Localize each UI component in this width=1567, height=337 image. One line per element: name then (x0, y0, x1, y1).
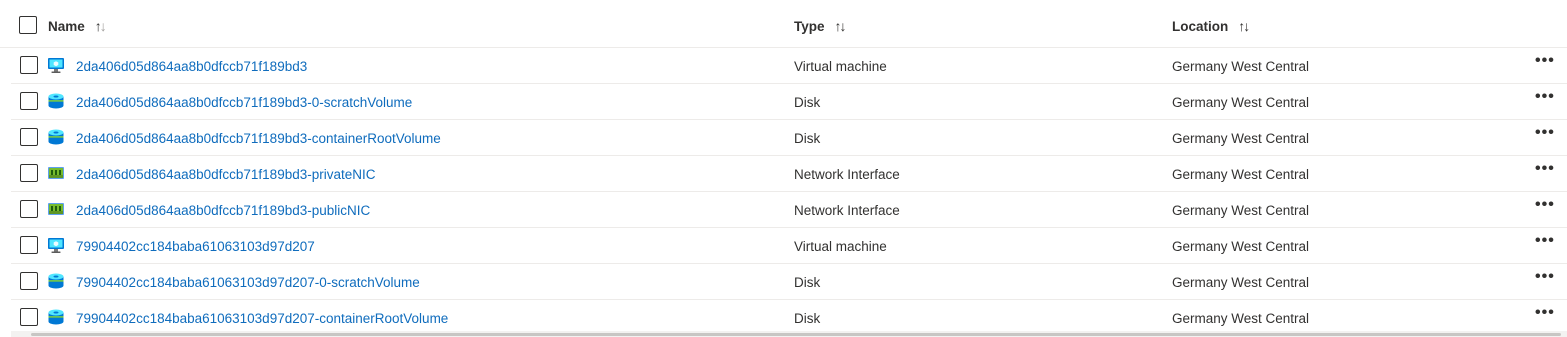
row-checkbox[interactable] (20, 200, 38, 218)
resource-location: Germany West Central (1172, 239, 1310, 254)
resource-grid: Name ↑↓ Type ↑↓ Location ↑↓ 2da406d05d86… (0, 0, 1567, 336)
more-actions-icon[interactable]: ••• (1535, 88, 1555, 106)
row-checkbox[interactable] (20, 128, 38, 146)
row-checkbox[interactable] (20, 92, 38, 110)
resource-name-link[interactable]: 79904402cc184baba61063103d97d207 (76, 239, 315, 254)
table-row[interactable]: 2da406d05d864aa8b0dfccb71f189bd3-0-scrat… (11, 84, 1567, 120)
resource-type: Virtual machine (794, 239, 887, 254)
resource-location: Germany West Central (1172, 275, 1310, 290)
disk-icon (47, 272, 65, 290)
resource-name-link[interactable]: 2da406d05d864aa8b0dfccb71f189bd3-contain… (76, 131, 441, 146)
table-row[interactable]: 2da406d05d864aa8b0dfccb71f189bd3-contain… (11, 120, 1567, 156)
more-actions-icon[interactable]: ••• (1535, 196, 1555, 214)
row-checkbox[interactable] (20, 308, 38, 326)
row-checkbox[interactable] (20, 236, 38, 254)
scrollbar-thumb[interactable] (31, 333, 1561, 336)
horizontal-scrollbar[interactable] (11, 331, 1567, 337)
more-actions-icon[interactable]: ••• (1535, 52, 1555, 70)
resource-location: Germany West Central (1172, 203, 1310, 218)
disk-icon (47, 308, 65, 326)
resource-type: Disk (794, 275, 821, 290)
resource-location: Germany West Central (1172, 95, 1310, 110)
network-interface-icon (47, 200, 65, 218)
sort-icon[interactable]: ↑↓ (95, 18, 107, 34)
table-row[interactable]: 79904402cc184baba61063103d97d207 Virtual … (11, 228, 1567, 264)
virtual-machine-icon (47, 236, 65, 254)
more-actions-icon[interactable]: ••• (1535, 160, 1555, 178)
resource-name-link[interactable]: 79904402cc184baba61063103d97d207-contain… (76, 311, 448, 326)
more-actions-icon[interactable]: ••• (1535, 232, 1555, 250)
resource-type: Virtual machine (794, 59, 887, 74)
resource-location: Germany West Central (1172, 59, 1310, 74)
resource-type: Disk (794, 131, 821, 146)
row-checkbox[interactable] (20, 56, 38, 74)
sort-icon[interactable]: ↑↓ (835, 18, 847, 34)
resource-name-link[interactable]: 2da406d05d864aa8b0dfccb71f189bd3-0-scrat… (76, 95, 412, 110)
virtual-machine-icon (47, 56, 65, 74)
resource-name-link[interactable]: 2da406d05d864aa8b0dfccb71f189bd3-publicN… (76, 203, 370, 218)
resource-type: Network Interface (794, 203, 900, 218)
grid-header: Name ↑↓ Type ↑↓ Location ↑↓ (0, 0, 1567, 48)
network-interface-icon (47, 164, 65, 182)
table-row[interactable]: 2da406d05d864aa8b0dfccb71f189bd3-publicN… (11, 192, 1567, 228)
resource-name-link[interactable]: 2da406d05d864aa8b0dfccb71f189bd3-private… (76, 167, 376, 182)
resource-type: Network Interface (794, 167, 900, 182)
resource-name-link[interactable]: 2da406d05d864aa8b0dfccb71f189bd3 (76, 59, 307, 74)
resource-location: Germany West Central (1172, 311, 1310, 326)
resource-location: Germany West Central (1172, 167, 1310, 182)
column-name-label: Name (48, 18, 85, 34)
table-row[interactable]: 2da406d05d864aa8b0dfccb71f189bd3 Virtual … (11, 48, 1567, 84)
row-checkbox[interactable] (20, 164, 38, 182)
disk-icon (47, 128, 65, 146)
table-row[interactable]: 79904402cc184baba61063103d97d207-0-scrat… (11, 264, 1567, 300)
disk-icon (47, 92, 65, 110)
more-actions-icon[interactable]: ••• (1535, 268, 1555, 286)
column-header-location[interactable]: Location ↑↓ (1172, 18, 1250, 34)
table-row[interactable]: 2da406d05d864aa8b0dfccb71f189bd3-private… (11, 156, 1567, 192)
column-type-label: Type (794, 18, 825, 34)
resource-name-link[interactable]: 79904402cc184baba61063103d97d207-0-scrat… (76, 275, 420, 290)
column-header-type[interactable]: Type ↑↓ (794, 18, 847, 34)
resource-type: Disk (794, 95, 821, 110)
row-checkbox[interactable] (20, 272, 38, 290)
more-actions-icon[interactable]: ••• (1535, 304, 1555, 322)
resource-type: Disk (794, 311, 821, 326)
select-all-checkbox[interactable] (19, 16, 37, 34)
sort-icon[interactable]: ↑↓ (1238, 18, 1250, 34)
resource-location: Germany West Central (1172, 131, 1310, 146)
column-header-name[interactable]: Name ↑↓ (48, 18, 107, 34)
column-location-label: Location (1172, 18, 1229, 34)
more-actions-icon[interactable]: ••• (1535, 124, 1555, 142)
